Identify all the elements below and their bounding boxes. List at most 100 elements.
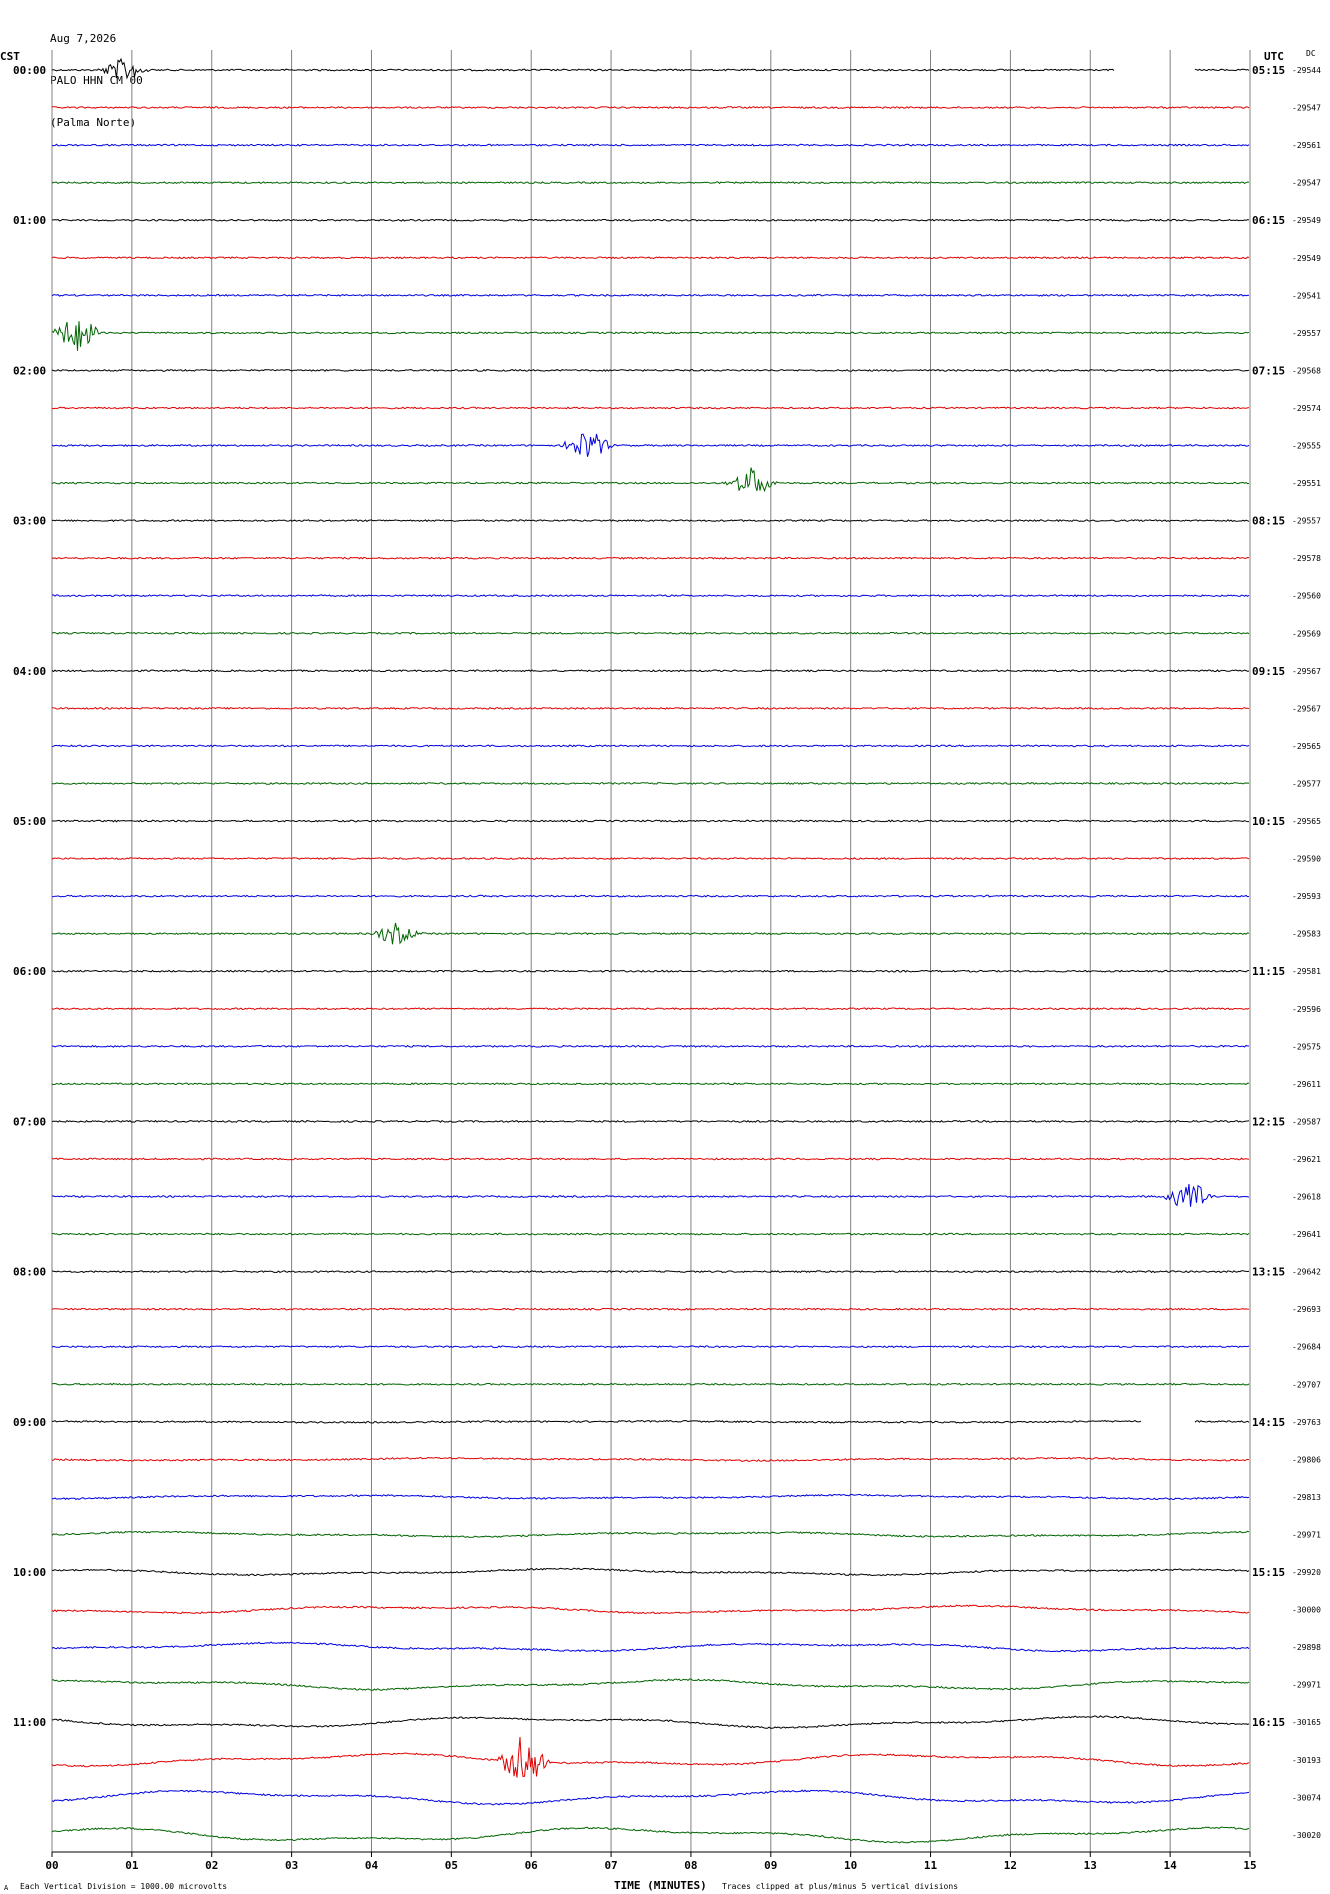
trace-row-8 <box>51 368 1250 372</box>
dc-offset-label: -29557 <box>1292 517 1321 526</box>
left-hour-label: 05:00 <box>13 815 46 828</box>
right-hour-label: 15:15 <box>1252 1566 1285 1579</box>
left-hour-label: 02:00 <box>13 364 46 377</box>
x-tick-label: 10 <box>844 1859 857 1872</box>
trace-row-4 <box>51 218 1250 222</box>
left-hour-label: 01:00 <box>13 214 46 227</box>
trace-row-29 <box>51 1157 1250 1161</box>
left-hour-label: 09:00 <box>13 1416 46 1429</box>
trace-row-20 <box>51 819 1249 823</box>
footer-mark: A <box>4 1884 9 1892</box>
dc-offset-label: -29575 <box>1292 1042 1321 1051</box>
trace-row-28 <box>51 1119 1250 1123</box>
footer-clip-note: Traces clipped at plus/minus 5 vertical … <box>722 1882 959 1891</box>
x-tick-label: 14 <box>1164 1859 1178 1872</box>
left-hour-label: 11:00 <box>13 1716 46 1729</box>
right-hour-label: 08:15 <box>1252 515 1285 528</box>
dc-offset-label: -29568 <box>1292 366 1321 375</box>
right-hour-label: 05:15 <box>1252 64 1285 77</box>
trace-row-1 <box>52 106 1250 110</box>
dc-offset-label: -29641 <box>1292 1230 1321 1239</box>
dc-offset-label: -29549 <box>1292 254 1321 263</box>
dc-offset-label: -30165 <box>1292 1718 1321 1727</box>
left-hour-label: 10:00 <box>13 1566 46 1579</box>
dc-offset-label: -29618 <box>1292 1193 1321 1202</box>
dc-offset-label: -30000 <box>1292 1606 1321 1615</box>
dc-offset-label: -29567 <box>1292 704 1321 713</box>
left-hour-label: 04:00 <box>13 665 46 678</box>
dc-offset-label: -29920 <box>1292 1568 1321 1577</box>
trace-row-14 <box>51 594 1250 598</box>
right-hour-label: 12:15 <box>1252 1115 1285 1128</box>
right-hour-label: 11:15 <box>1252 965 1285 978</box>
x-tick-label: 06 <box>525 1859 539 1872</box>
trace-row-34 <box>51 1345 1250 1349</box>
dc-offset-label: -29898 <box>1292 1643 1321 1652</box>
dc-offset-label: -29763 <box>1292 1418 1321 1427</box>
trace-row-45 <box>51 1736 1250 1778</box>
dc-offset-label: -29590 <box>1292 855 1321 864</box>
trace-row-26 <box>51 1044 1249 1048</box>
trace-row-11 <box>51 467 1250 493</box>
trace-row-18 <box>51 744 1250 748</box>
dc-offset-label: -29583 <box>1292 930 1321 939</box>
right-hour-label: 14:15 <box>1252 1416 1285 1429</box>
dc-offset-label: -29707 <box>1292 1380 1321 1389</box>
left-hour-label: 03:00 <box>13 515 46 528</box>
trace-row-37 <box>51 1456 1250 1462</box>
dc-offset-label: -29557 <box>1292 329 1321 338</box>
trace-row-21 <box>51 857 1250 860</box>
trace-row-5 <box>51 256 1250 260</box>
x-tick-label: 05 <box>445 1859 458 1872</box>
trace-row-2 <box>51 143 1250 147</box>
trace-row-38 <box>52 1493 1250 1501</box>
dc-offset-label: -29577 <box>1292 779 1321 788</box>
trace-row-47 <box>51 1826 1250 1844</box>
x-tick-label: 11 <box>924 1859 938 1872</box>
dc-offset-label: -29806 <box>1292 1455 1321 1464</box>
left-hour-label: 06:00 <box>13 965 46 978</box>
trace-row-35 <box>51 1382 1250 1386</box>
dc-offset-label: -29593 <box>1292 892 1321 901</box>
dc-offset-label: -29565 <box>1292 817 1321 826</box>
trace-row-41 <box>51 1604 1250 1615</box>
dc-offset-label: -29574 <box>1292 404 1321 413</box>
x-tick-label: 02 <box>205 1859 218 1872</box>
x-axis-label: TIME (MINUTES) <box>614 1879 707 1892</box>
dc-offset-label: -29560 <box>1292 592 1321 601</box>
trace-row-12 <box>51 519 1250 523</box>
dc-offset-label: -29541 <box>1292 291 1321 300</box>
dc-offset-label: -30020 <box>1292 1831 1321 1840</box>
trace-row-36 <box>51 1419 1250 1424</box>
trace-row-33 <box>51 1307 1250 1311</box>
dc-offset-label: -29565 <box>1292 742 1321 751</box>
trace-row-17 <box>51 706 1250 710</box>
helicorder-plot: -29544 -29547 -29561 -29547 -29549 -29549 -295… <box>13 50 1321 1872</box>
trace-row-44 <box>51 1715 1250 1729</box>
trace-row-30 <box>51 1183 1250 1207</box>
x-tick-label: 00 <box>45 1859 58 1872</box>
trace-row-23 <box>51 922 1250 945</box>
dc-offset-label: -29544 <box>1292 66 1321 75</box>
left-hour-label: 07:00 <box>13 1115 46 1128</box>
trace-row-3 <box>51 181 1250 185</box>
dc-offset-label: -30074 <box>1292 1793 1321 1802</box>
trace-row-22 <box>51 894 1250 898</box>
left-hour-label: 00:00 <box>13 64 46 77</box>
dc-offset-label: -29596 <box>1292 1005 1321 1014</box>
dc-offset-label: -29642 <box>1292 1268 1321 1277</box>
dc-offset-label: -29578 <box>1292 554 1321 563</box>
trace-row-46 <box>51 1789 1250 1806</box>
dc-offset-label: -29693 <box>1292 1305 1321 1314</box>
trace-row-0 <box>51 57 1250 80</box>
dc-offset-label: -29555 <box>1292 442 1321 451</box>
x-tick-label: 15 <box>1243 1859 1256 1872</box>
seismic-traces <box>51 57 1250 1844</box>
trace-row-25 <box>51 1007 1250 1011</box>
trace-row-10 <box>51 433 1250 457</box>
dc-offset-label: -29813 <box>1292 1493 1321 1502</box>
trace-row-19 <box>51 782 1250 785</box>
right-hour-label: 07:15 <box>1252 364 1285 377</box>
dc-offset-label: -29547 <box>1292 179 1321 188</box>
x-tick-label: 01 <box>125 1859 139 1872</box>
